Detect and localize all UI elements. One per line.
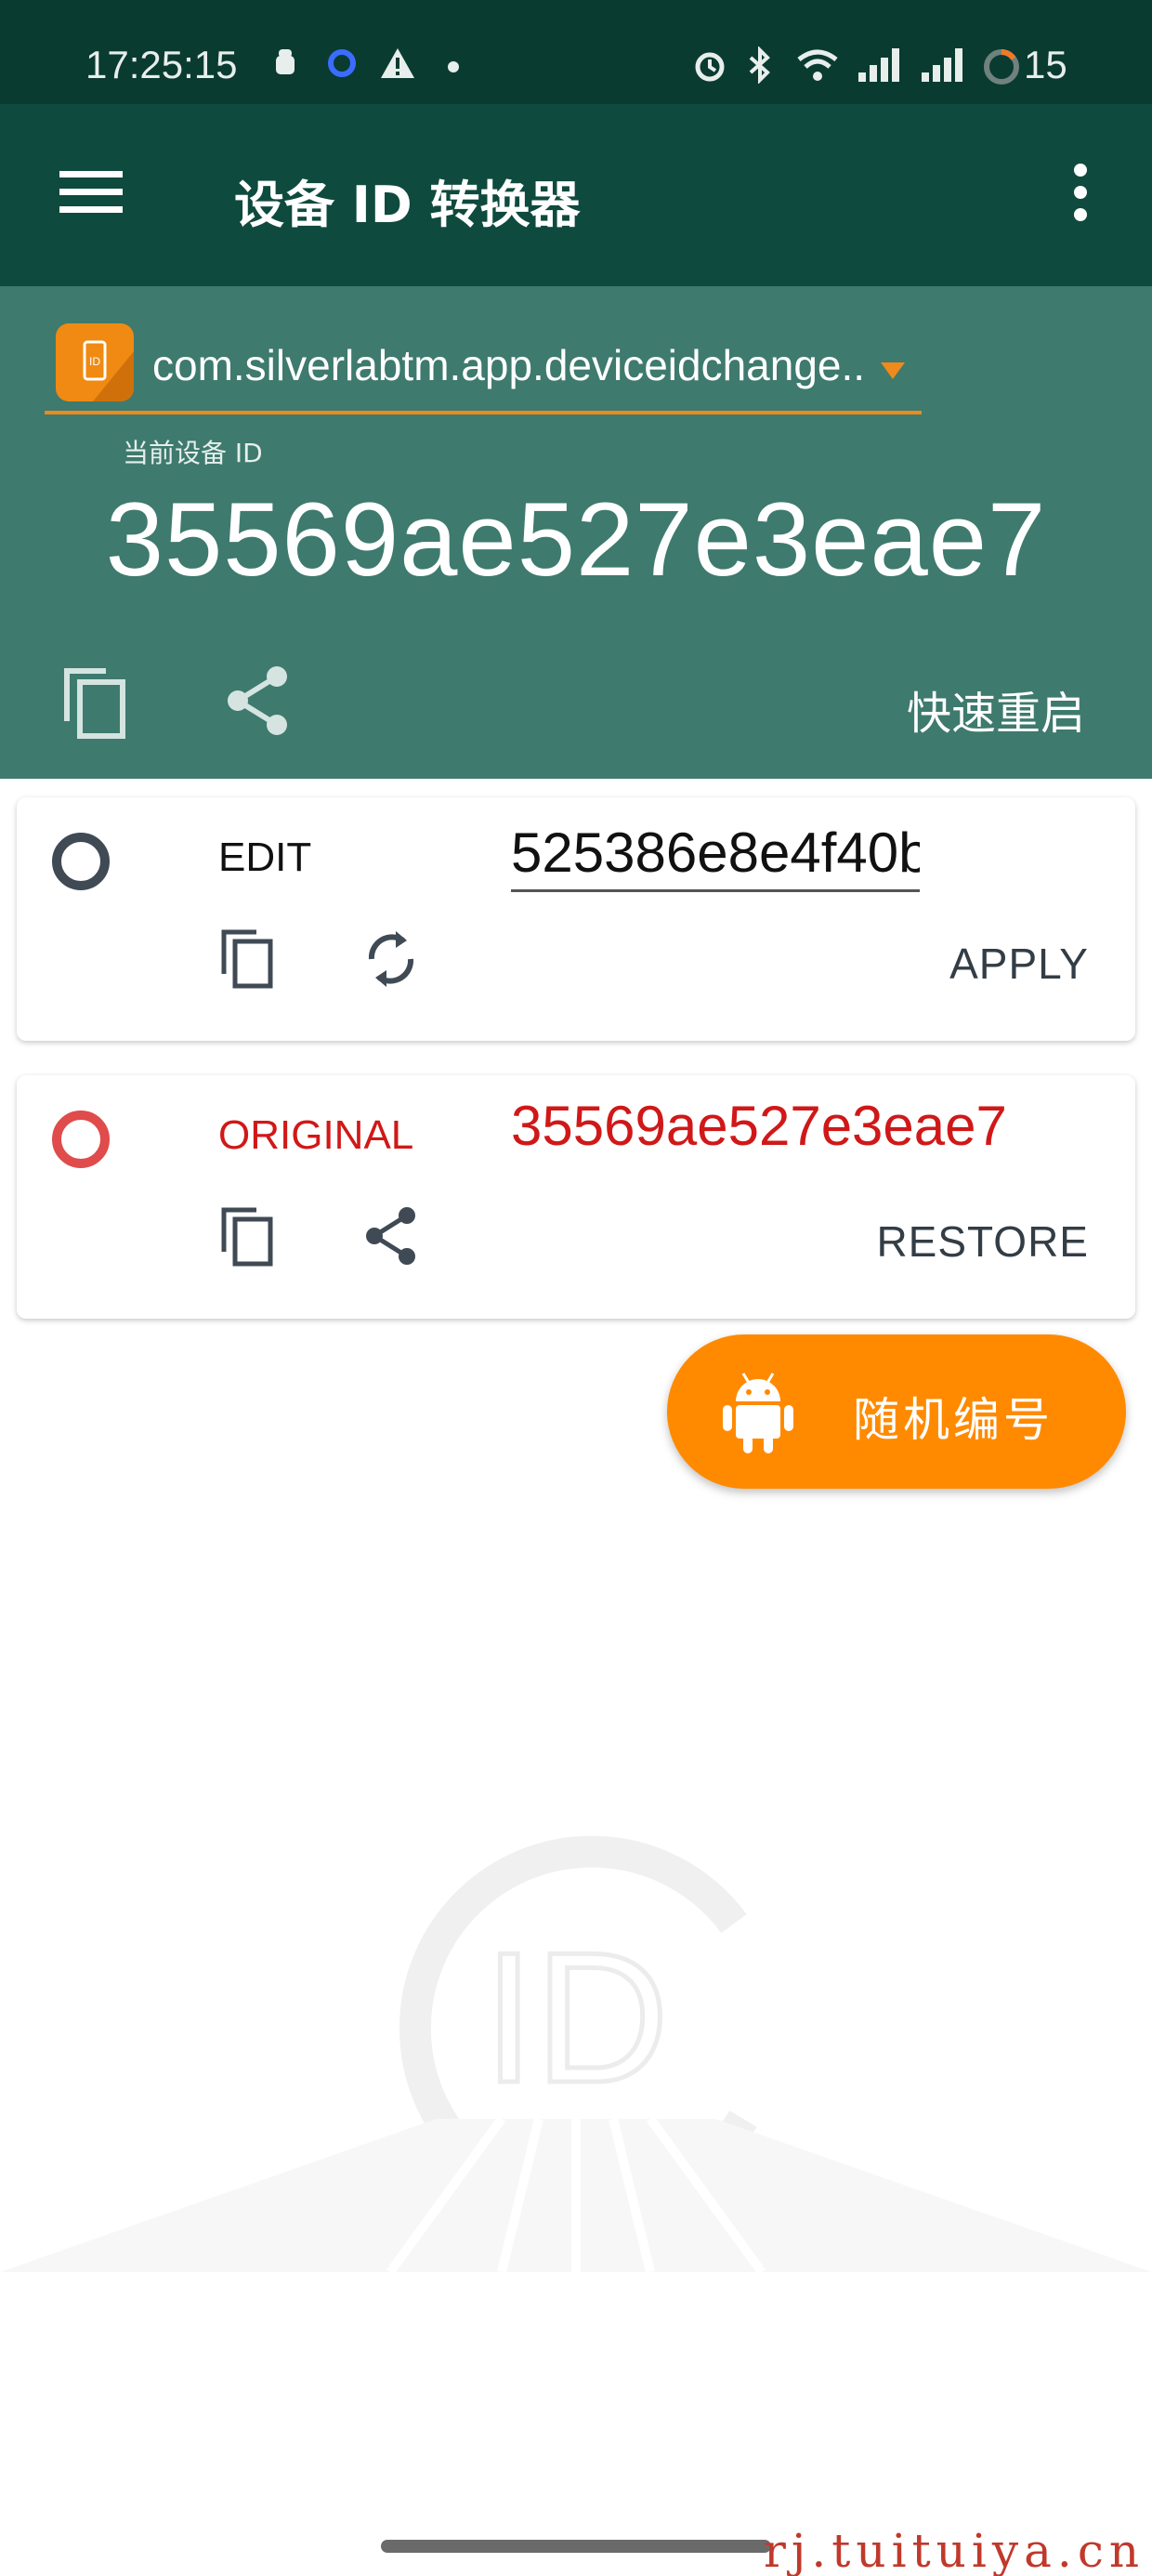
app-bar: 设备 ID 转换器 (0, 104, 1152, 286)
random-id-button[interactable]: 随机编号 (667, 1334, 1126, 1489)
bluetooth-icon (749, 46, 770, 84)
sync-icon (328, 49, 356, 77)
hamburger-menu-icon[interactable] (59, 169, 123, 216)
edit-id-input[interactable] (511, 816, 920, 892)
site-watermark: rj.tuituiya.cn (764, 2524, 1145, 2576)
status-time: 17:25:15 (85, 43, 238, 86)
edit-card: EDIT APPLY (17, 797, 1135, 1041)
copy-icon[interactable] (219, 1205, 275, 1268)
current-id-label: 当前设备 ID (123, 438, 263, 468)
dropdown-arrow-icon[interactable] (879, 361, 907, 381)
edit-radio[interactable] (52, 833, 110, 890)
app-title: 设备 ID 转换器 (234, 176, 581, 234)
edit-label: EDIT (218, 835, 312, 880)
share-icon[interactable] (225, 665, 292, 736)
gesture-nav-handle[interactable] (381, 2540, 771, 2553)
android-icon (723, 1373, 793, 1453)
battery-ring-icon (984, 49, 1019, 85)
alarm-icon (695, 52, 725, 82)
more-vert-icon[interactable] (1068, 162, 1093, 223)
random-id-label: 随机编号 (853, 1393, 1054, 1447)
signal-icon-2 (922, 48, 962, 82)
copy-icon[interactable] (61, 665, 128, 742)
current-id-panel: ID com.silverlabtm.app.deviceidchange.. … (0, 286, 1152, 779)
apply-button[interactable]: APPLY (949, 939, 1089, 989)
restore-button[interactable]: RESTORE (876, 1216, 1089, 1267)
battery-level: 15 (1024, 43, 1067, 86)
original-card: ORIGINAL 35569ae527e3eae7 RESTORE (17, 1075, 1135, 1319)
original-label: ORIGINAL (218, 1112, 414, 1158)
warning-icon (381, 48, 414, 78)
package-name: com.silverlabtm.app.deviceidchange.. (152, 341, 866, 389)
status-bar: 17:25:15 15 (0, 0, 1152, 104)
copy-icon[interactable] (219, 927, 275, 991)
package-selector[interactable]: ID com.silverlabtm.app.deviceidchange.. (45, 312, 922, 414)
android-debug-icon (276, 49, 295, 74)
share-icon[interactable] (362, 1205, 420, 1267)
original-id-value: 35569ae527e3eae7 (511, 1095, 1007, 1157)
refresh-icon[interactable] (362, 927, 420, 991)
wifi-icon (797, 49, 838, 81)
original-radio[interactable] (52, 1111, 110, 1168)
watermark-logo: ID (0, 1835, 1152, 2275)
svg-text:ID: ID (89, 355, 100, 368)
dot-icon (448, 61, 459, 72)
watermark-text: ID (483, 1914, 669, 2122)
app-icon: ID (56, 323, 134, 401)
current-device-id: 35569ae527e3eae7 (105, 481, 1047, 598)
quick-restart-button[interactable]: 快速重启 (907, 677, 1085, 742)
app-logo-icon: ID (83, 340, 134, 401)
signal-icon (858, 48, 899, 82)
